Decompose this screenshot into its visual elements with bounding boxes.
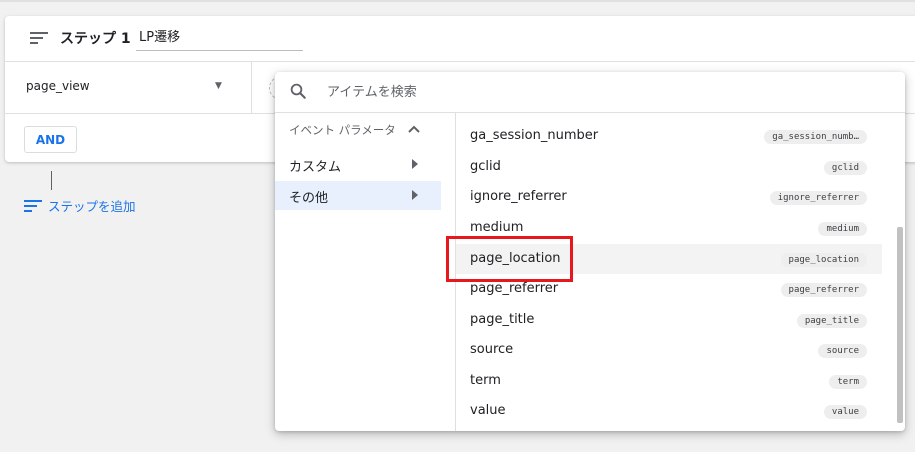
category-header: イベント パラメータ <box>289 123 396 137</box>
parameter-chip: page_referrer <box>780 283 867 297</box>
parameter-name: ignore_referrer <box>470 189 567 204</box>
search-input[interactable] <box>327 80 827 104</box>
parameter-name: medium <box>470 220 524 235</box>
parameter-item[interactable]: page_title page_title <box>456 305 882 335</box>
parameter-chip: value <box>823 405 867 419</box>
parameter-name: source <box>470 342 514 357</box>
parameter-item[interactable]: value value <box>456 396 882 426</box>
chevron-up-icon[interactable] <box>407 124 421 134</box>
parameter-item[interactable]: ignore_referrer ignore_referrer <box>456 182 882 212</box>
parameter-item[interactable]: term term <box>456 366 882 396</box>
parameter-chip: gclid <box>823 161 867 175</box>
category-item-label: その他 <box>289 191 329 206</box>
search-bar <box>275 72 905 113</box>
parameter-name: ga_session_number <box>470 128 599 143</box>
parameter-name: term <box>470 373 501 388</box>
step-connector-line <box>51 171 52 190</box>
step-title: ステップ 1 <box>60 31 131 47</box>
top-divider <box>0 0 915 2</box>
step-header: ステップ 1 LP遷移 <box>5 16 915 62</box>
parameter-name: gclid <box>470 159 501 174</box>
parameter-item[interactable]: gclid gclid <box>456 152 882 182</box>
dropdown-arrow-icon: ▼ <box>215 81 222 91</box>
search-icon <box>290 83 306 99</box>
parameter-name: page_referrer <box>470 281 559 296</box>
annotation-highlight-box <box>446 236 573 282</box>
sort-lines-icon[interactable] <box>30 31 48 45</box>
and-button[interactable]: AND <box>24 126 77 153</box>
event-select-value: page_view <box>26 79 90 93</box>
parameter-chip: page_title <box>796 314 867 328</box>
parameter-item[interactable]: source source <box>456 335 882 365</box>
parameter-chip: page_location <box>780 253 867 267</box>
step-name-input[interactable]: LP遷移 <box>136 26 303 51</box>
item-picker-dropdown: イベント パラメータ カスタム その他 ga_session_number ga… <box>275 72 905 431</box>
parameter-chip: term <box>829 375 867 389</box>
parameter-chip: source <box>818 344 867 358</box>
category-panel: イベント パラメータ カスタム その他 <box>275 113 456 431</box>
parameter-chip: ignore_referrer <box>769 191 867 205</box>
category-item-label: カスタム <box>289 160 342 175</box>
scrollbar-thumb[interactable] <box>897 227 903 423</box>
parameter-chip: ga_session_numb… <box>764 130 867 144</box>
parameter-name: value <box>470 403 506 418</box>
parameter-item[interactable]: ga_session_number ga_session_numb… <box>456 121 882 151</box>
parameter-name: page_title <box>470 312 535 327</box>
arrow-right-icon <box>412 190 418 200</box>
add-step-button[interactable]: ステップを追加 <box>24 196 136 215</box>
category-item-custom[interactable]: カスタム <box>275 150 441 179</box>
arrow-right-icon <box>412 159 418 169</box>
event-select[interactable]: page_view ▼ <box>5 62 252 113</box>
sort-lines-icon <box>24 199 42 212</box>
parameter-chip: medium <box>818 222 867 236</box>
add-step-label: ステップを追加 <box>48 199 136 214</box>
category-item-other[interactable]: その他 <box>275 181 441 210</box>
